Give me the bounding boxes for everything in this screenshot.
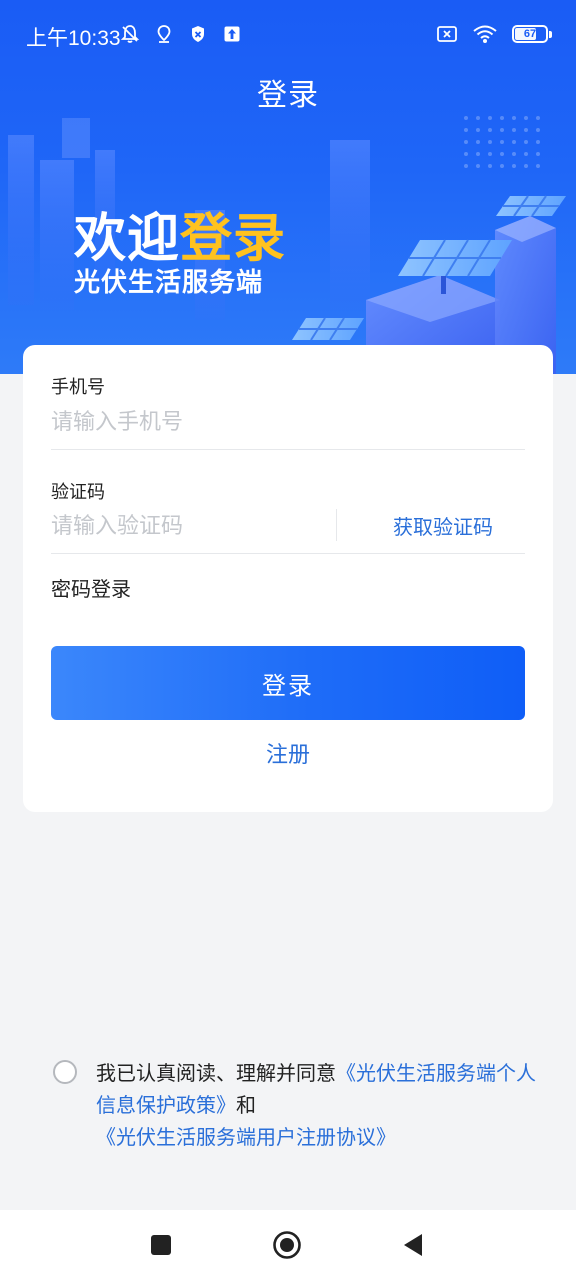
code-divider: [51, 553, 525, 554]
welcome-heading: 欢迎登录: [74, 196, 286, 271]
login-button[interactable]: 登录: [51, 646, 525, 720]
page-title: 登录: [257, 78, 319, 113]
agreement-checkbox[interactable]: [53, 1060, 77, 1084]
battery-icon: 67: [512, 25, 552, 43]
user-agreement-link[interactable]: 《光伏生活服务端用户注册协议》: [96, 1125, 396, 1149]
no-sim-icon: [437, 26, 457, 42]
code-vertical-divider: [336, 509, 337, 541]
shield-icon: [192, 26, 204, 42]
back-icon[interactable]: [398, 1230, 428, 1260]
location-icon: [157, 25, 171, 43]
status-bar: 上午10:33 67: [0, 0, 576, 72]
agreement-text: 我已认真阅读、理解并同意《光伏生活服务端个人信息保护政策》和《光伏生活服务端用户…: [96, 1057, 551, 1153]
hero-header: 上午10:33 67 登录 欢迎登录 光伏生活服务端: [0, 0, 576, 374]
welcome-plain: 欢迎: [74, 209, 181, 269]
battery-level: 67: [523, 28, 537, 40]
recent-apps-icon[interactable]: [146, 1230, 176, 1260]
agreement-prefix: 我已认真阅读、理解并同意: [96, 1061, 336, 1085]
phone-input[interactable]: [51, 405, 511, 439]
agreement-conjunction: 和: [236, 1093, 256, 1117]
login-card: 手机号 验证码 获取验证码 密码登录 登录 注册: [23, 345, 553, 812]
phone-label: 手机号: [51, 377, 105, 398]
wifi-icon: [473, 25, 497, 43]
get-code-button[interactable]: 获取验证码: [363, 511, 523, 540]
code-label: 验证码: [51, 482, 105, 503]
status-icons-right: 67: [436, 24, 552, 44]
welcome-accent: 登录: [180, 209, 287, 269]
status-time: 上午10:33: [26, 27, 121, 50]
app-subtitle: 光伏生活服务端: [74, 268, 264, 298]
system-nav-bar: [0, 1210, 576, 1280]
home-icon[interactable]: [272, 1230, 302, 1260]
upload-icon: [224, 26, 240, 42]
mute-icon: [120, 25, 140, 43]
register-link[interactable]: 注册: [23, 737, 553, 769]
code-input[interactable]: [51, 509, 321, 543]
phone-divider: [51, 449, 525, 450]
password-login-link[interactable]: 密码登录: [51, 573, 131, 602]
status-icons-left: [120, 24, 242, 44]
